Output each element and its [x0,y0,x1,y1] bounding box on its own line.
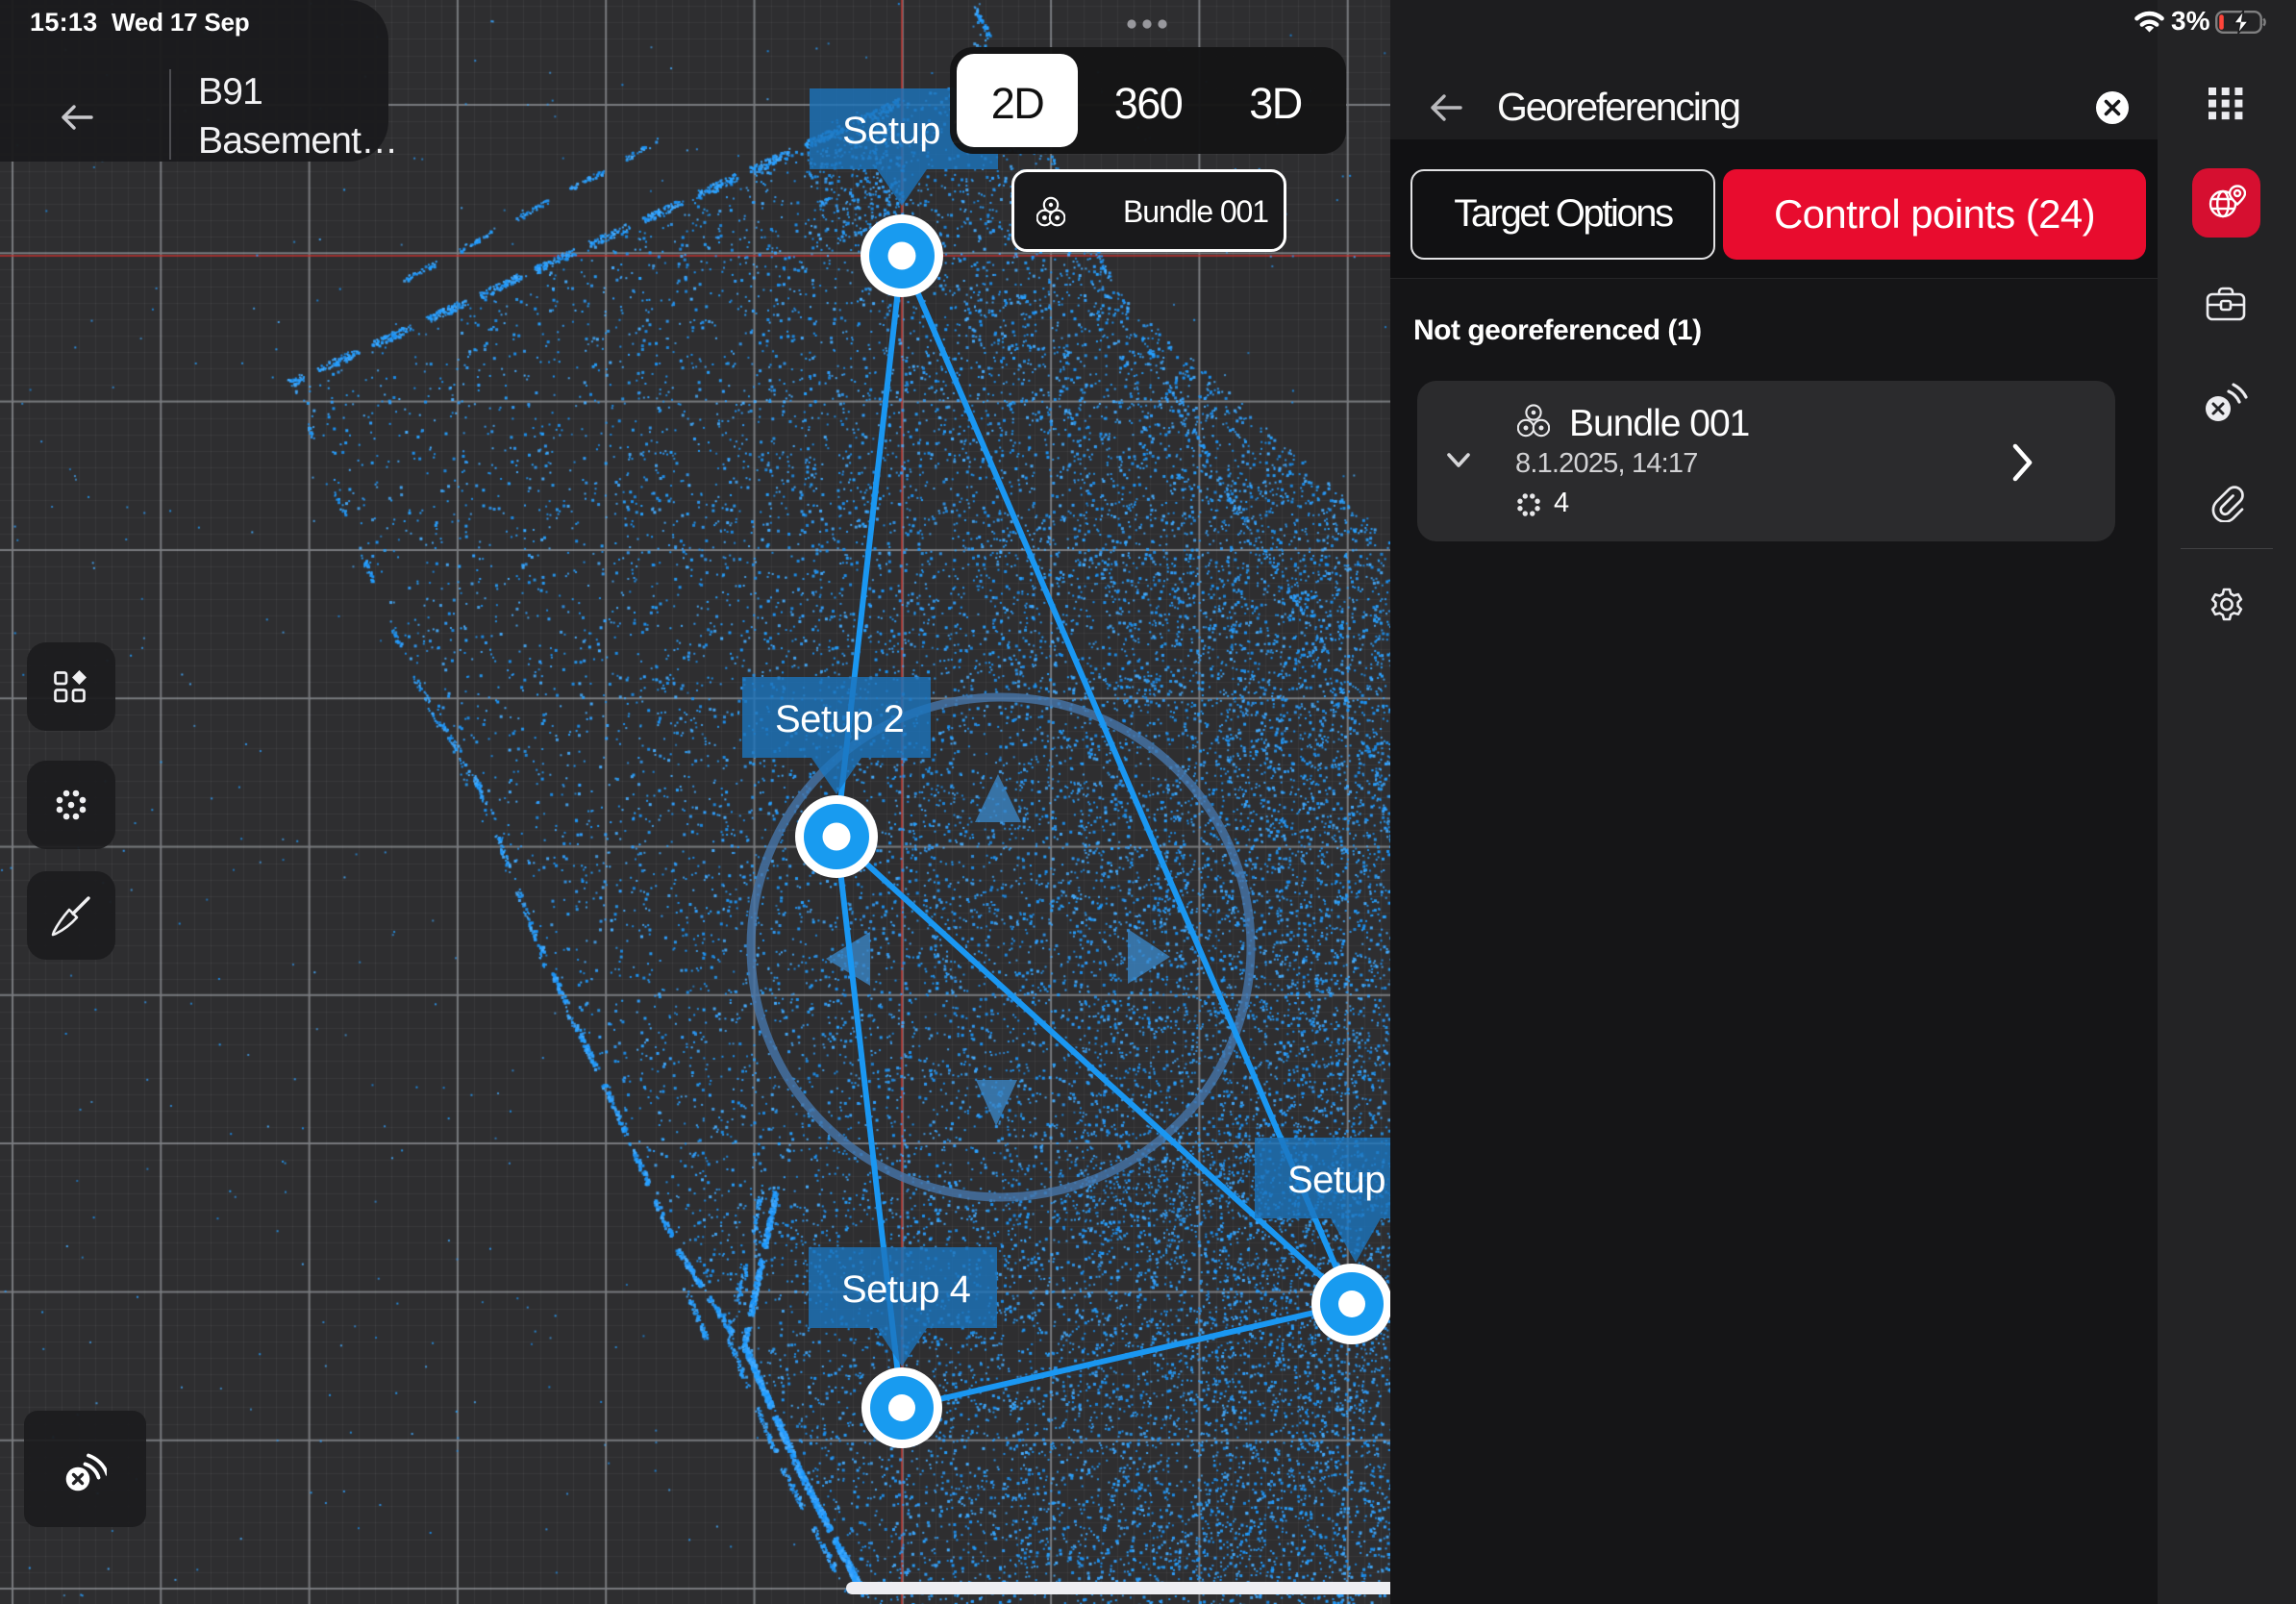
svg-text:Setup 4: Setup 4 [841,1268,971,1311]
svg-text:Setup 3: Setup 3 [1287,1159,1390,1201]
svg-text:Setup 2: Setup 2 [775,698,904,740]
